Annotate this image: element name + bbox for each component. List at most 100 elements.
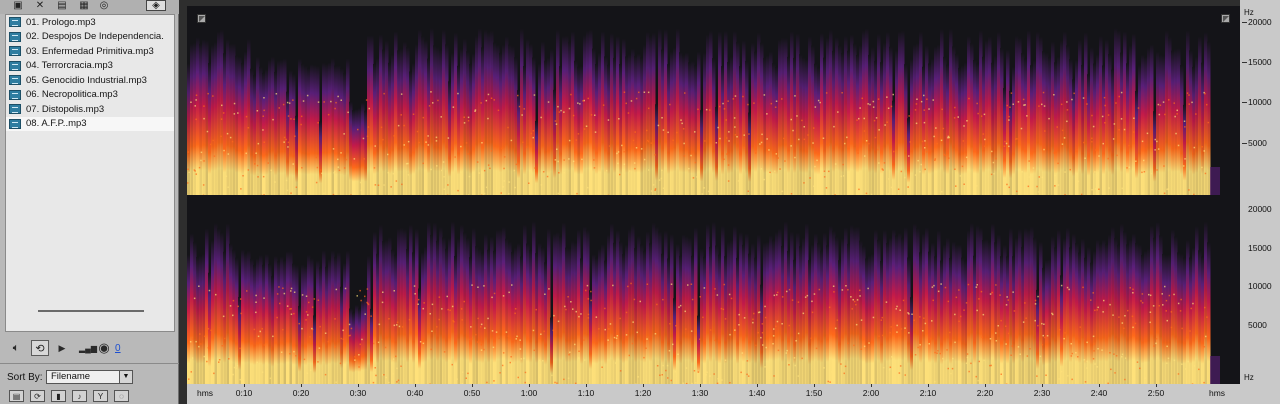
spectrogram-band <box>1207 242 1211 384</box>
loop-button[interactable]: ⟲ <box>31 340 49 356</box>
spectrogram-band <box>727 62 731 195</box>
spectrogram-band <box>196 37 200 195</box>
spectrogram-grain <box>298 322 300 325</box>
spectrogram-grain <box>943 153 946 156</box>
spectrogram-grain <box>578 315 580 318</box>
spectrogram-band <box>859 240 863 384</box>
close-file-icon[interactable]: ✕ <box>32 0 48 11</box>
open-file-icon[interactable]: ▣ <box>10 0 26 11</box>
spectrogram-band <box>319 121 323 195</box>
spectrogram-band <box>934 256 938 384</box>
spectrogram-band <box>841 53 845 195</box>
spectrogram-grain <box>727 100 729 102</box>
spectrogram-grain <box>362 137 365 140</box>
volume-knob-icon[interactable]: ◉ <box>97 340 111 356</box>
spectrogram-grain <box>396 381 398 383</box>
spectrogram-grain <box>773 328 775 330</box>
frequency-tick <box>1242 22 1247 23</box>
spectrogram-band <box>337 252 341 384</box>
spectrogram-band <box>706 34 710 195</box>
file-list-item[interactable]: 03. Enfermedad Primitiva.mp3 <box>6 44 174 59</box>
file-list-item[interactable]: 05. Genocidio Industrial.mp3 <box>6 73 174 88</box>
spectrogram-band <box>1018 228 1022 384</box>
spectrogram-band <box>385 40 389 195</box>
volume-value[interactable]: 0 <box>115 343 121 354</box>
spectrogram-grain <box>1022 321 1025 323</box>
sort-select[interactable]: Filename ▼ <box>46 370 133 384</box>
file-list-item[interactable]: 01. Prologo.mp3 <box>6 15 174 30</box>
spectrogram-grain <box>441 169 443 172</box>
autoplay-icon[interactable]: ◎ <box>96 0 112 11</box>
time-tick-label: 1:40 <box>748 388 766 398</box>
spectrogram-grain <box>776 320 779 323</box>
spectrogram-grain <box>865 192 868 195</box>
options-icon[interactable]: ◌ <box>114 390 129 402</box>
spectrogram-channel-right[interactable] <box>187 199 1240 384</box>
spectrogram-band <box>250 68 254 195</box>
spectrogram-band <box>619 63 623 195</box>
spectrogram-grain <box>619 370 622 372</box>
zoom-corner-left-icon[interactable] <box>197 14 206 23</box>
spectrogram-band <box>358 308 362 384</box>
spectrogram-grain <box>438 318 440 321</box>
spectrogram-grain <box>1084 157 1086 159</box>
filter-icon[interactable]: Y <box>93 390 108 402</box>
spectrogram-grain <box>630 100 633 102</box>
spectrogram-grain <box>198 285 200 287</box>
spectrogram-grain <box>451 305 454 308</box>
spectrogram-band <box>733 30 737 195</box>
spectrogram-band <box>346 250 350 384</box>
spectrogram-band <box>430 234 434 384</box>
play-button[interactable]: ▶ <box>57 340 67 356</box>
music-icon[interactable]: ♪ <box>72 390 87 402</box>
spectrogram-grain <box>1082 97 1085 99</box>
spectrogram-band <box>496 44 500 195</box>
spectrogram-grain <box>246 290 248 292</box>
view-icon[interactable]: ◈ <box>146 0 166 11</box>
spectrogram-grain <box>1120 91 1123 94</box>
spectrogram-grain <box>190 371 192 373</box>
spectrogram-grain <box>896 331 898 333</box>
spectrogram-grain <box>590 290 592 293</box>
spectrogram-grain <box>743 134 745 136</box>
file-list-item[interactable]: 06. Necropolitica.mp3 <box>6 88 174 103</box>
file-list-scrollbar[interactable] <box>38 310 144 312</box>
clip-icon[interactable]: ▮ <box>51 390 66 402</box>
insert-multitrack-icon[interactable]: ▤ <box>54 0 70 11</box>
file-list-item[interactable]: 08. A.F.P..mp3 <box>6 116 174 131</box>
spectrogram-channel-left[interactable] <box>187 6 1240 195</box>
spectrogram-left-svg[interactable] <box>187 6 1240 195</box>
insert-icon[interactable]: ▤ <box>9 390 24 402</box>
spectrogram-grain <box>1201 166 1203 169</box>
spectrogram-grain <box>587 313 590 316</box>
spectrogram[interactable] <box>187 6 1240 384</box>
spectrogram-grain <box>319 325 321 328</box>
zoom-corner-right-icon[interactable] <box>1221 14 1230 23</box>
speaker-icon[interactable]: 🔈︎ <box>9 340 23 356</box>
spectral-display[interactable]: Hz 20000 15000 10000 5000 Hz 20000 15000 10000 50… <box>179 0 1280 404</box>
spectrogram-grain <box>423 302 425 304</box>
spectrogram-grain <box>762 344 764 346</box>
spectrogram-grain <box>563 378 565 381</box>
spectrogram-grain <box>467 116 470 119</box>
file-list-item[interactable]: 02. Despojos De Independencia. <box>6 30 174 45</box>
spectrogram-grain <box>548 288 550 290</box>
spectrogram-band <box>202 39 206 195</box>
spectrogram-grain <box>1057 184 1060 186</box>
spectrogram-grain <box>547 101 550 103</box>
spectrogram-band <box>481 252 485 384</box>
spectrogram-grain <box>210 191 212 194</box>
file-list-item[interactable]: 04. Terrorcracia.mp3 <box>6 59 174 74</box>
spectrogram-grain <box>1121 353 1124 356</box>
spectrogram-grain <box>935 127 937 129</box>
spectrogram-grain <box>1114 372 1116 374</box>
spectrogram-band <box>571 240 575 384</box>
chevron-down-icon[interactable]: ▼ <box>119 371 132 383</box>
file-list-item[interactable]: 07. Distopolis.mp3 <box>6 102 174 117</box>
spectrogram-right-svg[interactable] <box>187 199 1240 384</box>
edit-file-icon[interactable]: ▦ <box>76 0 92 11</box>
spectrogram-grain <box>1121 322 1124 324</box>
refresh-icon[interactable]: ⟳ <box>30 390 45 402</box>
spectrogram-grain <box>187 151 190 153</box>
spectrogram-grain <box>340 99 342 101</box>
